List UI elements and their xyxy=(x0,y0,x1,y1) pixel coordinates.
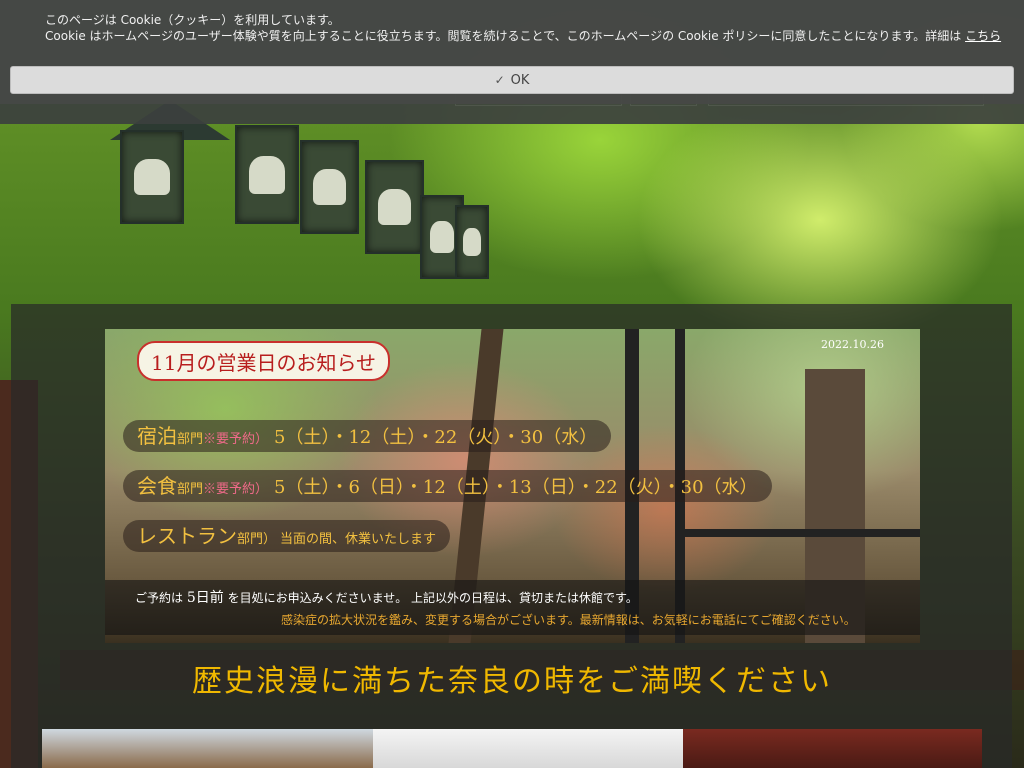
thumbnail-image-garden[interactable] xyxy=(42,729,373,768)
row-name: 宿泊 xyxy=(137,424,177,448)
row-name: 会食 xyxy=(137,474,177,498)
lantern xyxy=(235,125,299,224)
row-note: ※要予約） xyxy=(203,482,269,497)
notice-row-restaurant: レストラン 部門） 当面の間、休業いたします xyxy=(123,520,451,552)
cookie-message-text: Cookie はホームページのユーザー体験や質を向上することに役立ちます。閲覧を… xyxy=(45,29,962,43)
notice-reservation-text: ご予約は 5日前 を目処にお申込みくださいませ。 上記以外の日程は、貸切または休… xyxy=(135,587,638,607)
row-note: ※要予約） xyxy=(203,432,269,447)
lantern xyxy=(300,140,359,234)
reservation-text-emphasis: 5日前 xyxy=(186,590,224,606)
lantern xyxy=(365,160,424,254)
business-days-notice-image[interactable]: 2022.10.26 11月の営業日のお知らせ 宿泊 部門 ※要予約） 5（土）… xyxy=(105,329,920,643)
reservation-text-post: を目処にお申込みくださいませ。 上記以外の日程は、貸切または休館です。 xyxy=(227,591,638,605)
catch-copy-heading: 歴史浪漫に満ちた奈良の時をご満喫ください xyxy=(192,664,832,699)
thumbnail-image-dish[interactable] xyxy=(373,729,683,768)
cookie-details-link[interactable]: こちら xyxy=(965,29,1001,43)
cookie-message-title: このページは Cookie（クッキー）を利用しています。 xyxy=(45,13,340,27)
notice-title: 11月の営業日のお知らせ xyxy=(137,341,391,381)
notice-row-lodging: 宿泊 部門 ※要予約） 5（土）・12（土）・22（火）・30（水） xyxy=(123,420,612,452)
thumbnail-image-temple[interactable] xyxy=(683,729,982,768)
row-days: 5（土）・6（日）・12（土）・13（日）・22（火）・30（水） xyxy=(274,477,758,498)
row-days: 当面の間、休業いたします xyxy=(280,532,437,547)
row-name: レストラン xyxy=(137,524,237,548)
notice-date: 2022.10.26 xyxy=(821,338,884,351)
row-days: 5（土）・12（土）・22（火）・30（水） xyxy=(274,427,598,448)
lantern xyxy=(120,130,184,224)
notice-infection-text: 感染症の拡大状況を鑑み、変更する場合がございます。最新情報は、お気軽にお電話にて… xyxy=(281,613,856,627)
check-icon: ✓ xyxy=(494,73,505,87)
reservation-text-pre: ご予約は xyxy=(135,591,184,605)
row-dept: 部門 xyxy=(177,482,204,497)
cookie-message-body: Cookie はホームページのユーザー体験や質を向上することに役立ちます。閲覧を… xyxy=(45,27,1001,44)
window-frame xyxy=(675,529,920,537)
cookie-ok-button[interactable]: ✓ OK xyxy=(10,66,1014,94)
cookie-banner: このページは Cookie（クッキー）を利用しています。 Cookie はホーム… xyxy=(0,0,1024,104)
cookie-ok-label: OK xyxy=(510,72,530,88)
lantern xyxy=(455,205,489,279)
row-dept: 部門） xyxy=(237,532,277,547)
notice-row-dining: 会食 部門 ※要予約） 5（土）・6（日）・12（土）・13（日）・22（火）・… xyxy=(123,470,772,502)
row-dept: 部門 xyxy=(177,432,204,447)
